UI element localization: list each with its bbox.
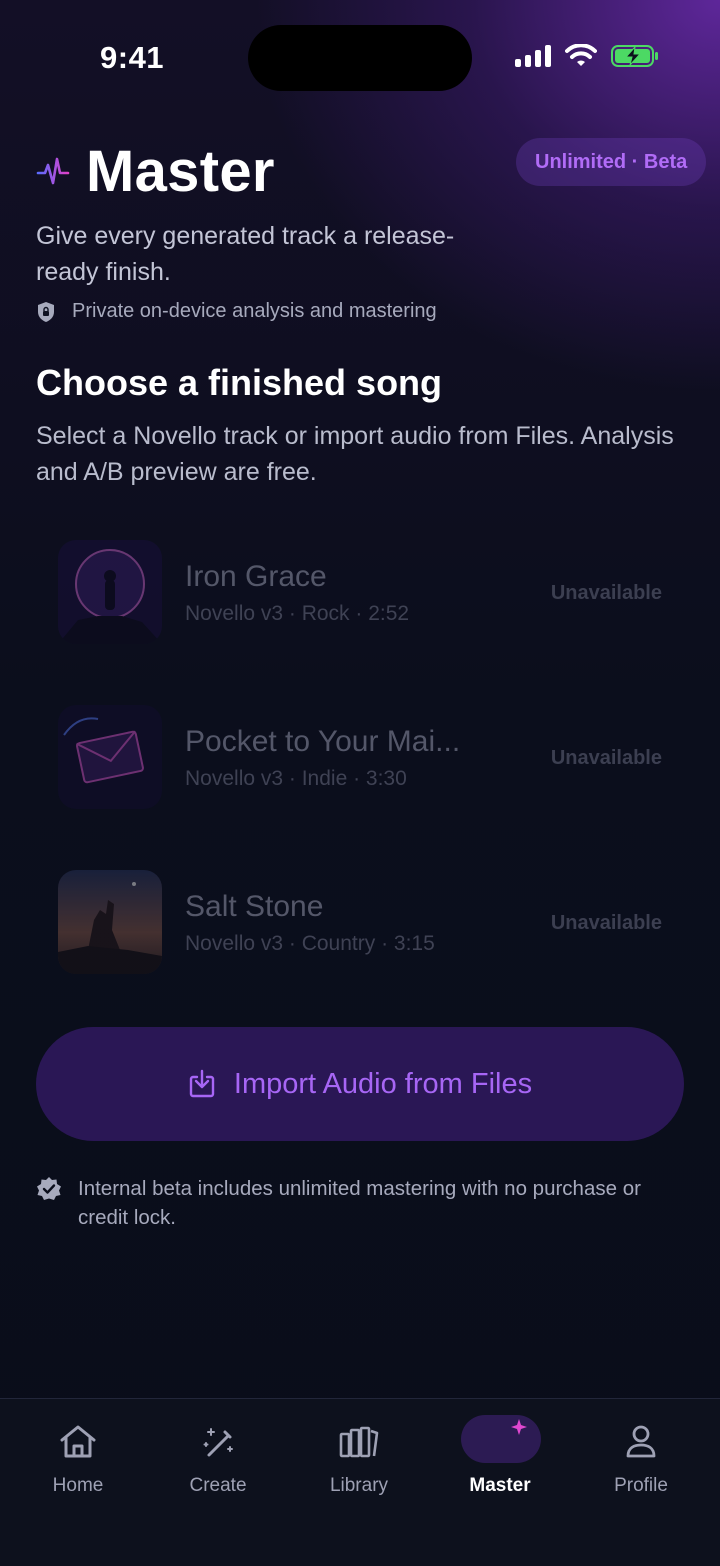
status-icons xyxy=(515,44,659,68)
verified-check-icon xyxy=(37,1177,61,1200)
tab-home[interactable]: Home xyxy=(8,1419,148,1509)
track-artwork xyxy=(58,705,162,809)
track-meta: Novello v3 · Country · 3:15 xyxy=(185,932,435,955)
status-time: 9:41 xyxy=(100,40,165,75)
track-title: Salt Stone xyxy=(185,890,324,923)
track-meta: Novello v3 · Rock · 2:52 xyxy=(185,602,410,625)
dynamic-island xyxy=(248,25,472,91)
track-title: Iron Grace xyxy=(185,560,327,593)
track-meta: Novello v3 · Indie · 3:30 xyxy=(185,767,407,790)
tab-profile-label: Profile xyxy=(614,1475,668,1496)
tab-library[interactable]: Library xyxy=(289,1419,429,1509)
import-audio-button[interactable]: Import Audio from Files xyxy=(36,1027,684,1141)
page-subtitle: Give every generated track a release-rea… xyxy=(36,222,455,286)
shield-lock-icon xyxy=(38,301,54,322)
tab-profile[interactable]: Profile xyxy=(571,1419,711,1509)
track-list: Iron Grace Novello v3 · Rock · 2:52 Unav… xyxy=(36,520,684,1015)
track-row: Iron Grace Novello v3 · Rock · 2:52 Unav… xyxy=(36,520,684,685)
cellular-signal-icon xyxy=(515,45,551,67)
tab-master-label: Master xyxy=(469,1475,531,1496)
track-status: Unavailable xyxy=(550,747,662,769)
beta-note-text: Internal beta includes unlimited masteri… xyxy=(78,1177,641,1229)
track-status: Unavailable xyxy=(550,582,662,604)
track-row: Pocket to Your Mai... Novello v3 · Indie… xyxy=(36,685,684,850)
beta-note: Internal beta includes unlimited masteri… xyxy=(36,1174,696,1232)
pulse-icon xyxy=(36,157,70,184)
import-icon xyxy=(189,1069,215,1098)
waveform-sparkle-icon xyxy=(475,1419,527,1461)
track-title: Pocket to Your Mai... xyxy=(185,725,461,758)
library-icon xyxy=(339,1426,379,1458)
import-audio-label: Import Audio from Files xyxy=(233,1067,533,1100)
track-row: Salt Stone Novello v3 · Country · 3:15 U… xyxy=(36,850,684,1015)
plan-badge: Unlimited · Beta xyxy=(516,138,707,186)
status-bar: 9:41 xyxy=(0,0,720,110)
magic-wand-icon xyxy=(203,1428,233,1457)
page-header: Master Unlimited · Beta Give every gener… xyxy=(36,138,707,322)
track-artwork xyxy=(58,870,162,974)
tab-home-label: Home xyxy=(52,1475,104,1496)
tab-create-label: Create xyxy=(189,1475,247,1496)
page-title: Master xyxy=(86,139,275,204)
home-icon xyxy=(60,1425,96,1458)
tab-create[interactable]: Create xyxy=(148,1419,288,1509)
tab-bar: Home Create Library Master Profile xyxy=(0,1398,720,1566)
section-title: Choose a finished song xyxy=(36,362,443,403)
wifi-icon xyxy=(565,44,597,66)
track-status: Unavailable xyxy=(550,912,662,934)
battery-charging-icon xyxy=(611,45,658,67)
privacy-text: Private on-device analysis and mastering xyxy=(72,300,437,322)
section-description: Select a Novello track or import audio f… xyxy=(36,422,674,486)
track-artwork xyxy=(58,540,162,644)
tab-master[interactable]: Master xyxy=(430,1419,570,1509)
person-icon xyxy=(626,1425,656,1458)
tab-library-label: Library xyxy=(329,1475,389,1496)
privacy-note: Private on-device analysis and mastering xyxy=(36,300,437,323)
